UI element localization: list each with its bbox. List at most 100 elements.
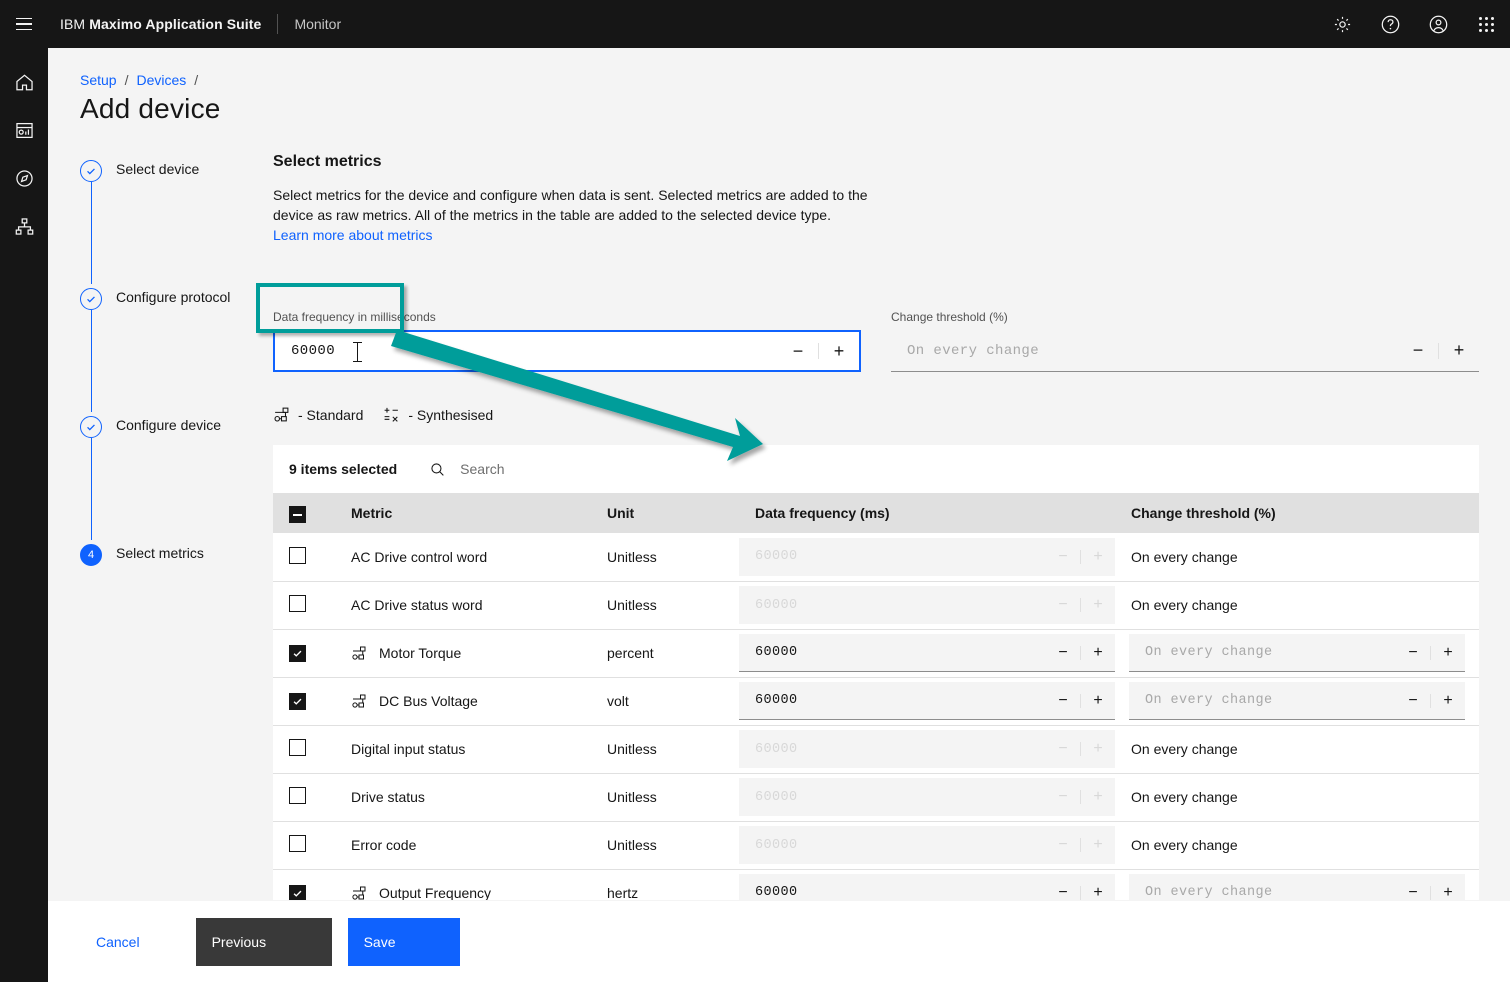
row-change-threshold-input[interactable]: On every change − + xyxy=(1129,682,1465,720)
selected-count: 9 items selected xyxy=(289,461,398,477)
row-change-threshold-cell: On every change xyxy=(1115,821,1479,870)
select-all-checkbox[interactable] xyxy=(289,506,306,524)
user-avatar-icon[interactable] xyxy=(1414,0,1462,48)
row-change-threshold-input[interactable]: On every change − + xyxy=(1129,634,1465,672)
step-complete-icon xyxy=(80,416,102,438)
table-row[interactable]: Digital input status Unitless 60000 − + … xyxy=(273,725,1479,774)
brand-name: Maximo Application Suite xyxy=(89,16,262,32)
table-row[interactable]: DC Bus Voltage volt 60000 − + On every c… xyxy=(273,677,1479,726)
table-row[interactable]: Error code Unitless 60000 − + On every c… xyxy=(273,821,1479,870)
data-frequency-input[interactable]: 60000 − + xyxy=(273,330,861,372)
dashboard-icon[interactable] xyxy=(0,106,48,154)
step-select-device[interactable]: Select device xyxy=(80,156,270,284)
row-change-threshold-text: On every change xyxy=(1131,597,1238,613)
metric-name-cell: AC Drive status word xyxy=(335,581,591,630)
data-frequency-increment[interactable]: + xyxy=(819,332,859,370)
row-checkbox[interactable] xyxy=(289,787,306,804)
row-data-frequency-input[interactable]: 60000 − + xyxy=(739,682,1115,720)
row-data-frequency-decrement[interactable]: − xyxy=(1046,682,1080,719)
step-select-metrics[interactable]: 4 Select metrics xyxy=(80,540,270,570)
row-change-threshold-text: On every change xyxy=(1131,837,1238,853)
row-checkbox[interactable] xyxy=(289,595,306,612)
legend-standard-label: - Standard xyxy=(298,406,364,423)
header-actions xyxy=(1318,0,1510,48)
synthesised-metric-icon xyxy=(384,407,399,422)
table-row[interactable]: Drive status Unitless 60000 − + On every… xyxy=(273,773,1479,822)
compass-icon[interactable] xyxy=(0,154,48,202)
table-body: AC Drive control word Unitless 60000 − +… xyxy=(273,533,1479,960)
column-header-unit[interactable]: Unit xyxy=(591,493,739,533)
search-icon xyxy=(431,462,444,476)
devices-icon[interactable] xyxy=(0,202,48,250)
data-frequency-decrement[interactable]: − xyxy=(778,332,818,370)
column-header-data-frequency[interactable]: Data frequency (ms) xyxy=(739,493,1115,533)
wizard-footer: Cancel Previous Save xyxy=(48,900,1510,982)
home-icon[interactable] xyxy=(0,58,48,106)
row-select-cell xyxy=(273,629,335,678)
change-threshold-input[interactable]: On every change − + xyxy=(891,330,1479,372)
step-label: Configure device xyxy=(116,417,222,433)
row-change-threshold-decrement[interactable]: − xyxy=(1396,634,1430,671)
change-threshold-increment[interactable]: + xyxy=(1439,330,1479,371)
row-change-threshold-stepper: − + xyxy=(1396,634,1465,671)
row-change-threshold-decrement[interactable]: − xyxy=(1396,682,1430,719)
column-header-change-threshold[interactable]: Change threshold (%) xyxy=(1115,493,1479,533)
row-data-frequency-input: 60000 − + xyxy=(739,586,1115,624)
row-data-frequency-input: 60000 − + xyxy=(739,778,1115,816)
row-checkbox[interactable] xyxy=(289,644,306,662)
metric-name: DC Bus Voltage xyxy=(379,693,478,709)
row-change-threshold-text: On every change xyxy=(1131,548,1238,565)
data-frequency-value: 60000 xyxy=(291,343,336,359)
learn-more-link[interactable]: Learn more about metrics xyxy=(273,227,433,243)
row-change-threshold-increment[interactable]: + xyxy=(1431,634,1465,671)
row-data-frequency-stepper: − + xyxy=(1046,778,1115,816)
row-change-threshold-cell: On every change − + xyxy=(1115,677,1479,726)
page-title: Add device xyxy=(80,93,221,124)
breadcrumb-item-setup[interactable]: Setup xyxy=(80,72,117,88)
row-checkbox[interactable] xyxy=(289,835,306,852)
row-data-frequency-increment[interactable]: + xyxy=(1081,682,1115,719)
brand-title[interactable]: IBM Maximo Application Suite xyxy=(60,16,261,32)
breadcrumb-item-devices[interactable]: Devices xyxy=(136,72,186,88)
header-subapp[interactable]: Monitor xyxy=(294,16,341,32)
previous-button[interactable]: Previous xyxy=(195,917,332,966)
metric-name-cell: AC Drive control word xyxy=(335,533,591,582)
row-checkbox[interactable] xyxy=(289,546,306,564)
legend-standard: - Standard xyxy=(273,406,363,423)
standard-metric-icon xyxy=(274,407,289,422)
breadcrumb-separator: / xyxy=(124,72,129,88)
table-row[interactable]: Motor Torque percent 60000 − + On every … xyxy=(273,629,1479,678)
step-configure-device[interactable]: Configure device xyxy=(80,412,270,540)
row-change-threshold-cell: On every change xyxy=(1115,773,1479,822)
row-change-threshold-cell: On every change xyxy=(1115,533,1479,582)
row-data-frequency-cell: 60000 − + xyxy=(739,581,1115,630)
app-root: IBM Maximo Application Suite Monitor Set… xyxy=(0,0,1510,982)
section-description: Select metrics for the device and config… xyxy=(273,187,868,223)
hamburger-icon[interactable] xyxy=(0,0,48,48)
row-select-cell xyxy=(273,581,335,630)
table-row[interactable]: AC Drive status word Unitless 60000 − + … xyxy=(273,581,1479,630)
search-input[interactable]: Search xyxy=(429,461,505,478)
help-icon[interactable] xyxy=(1366,0,1414,48)
column-header-metric[interactable]: Metric xyxy=(335,493,591,533)
table-header-row: Metric Unit Data frequency (ms) Change t… xyxy=(273,493,1479,533)
save-button[interactable]: Save xyxy=(347,917,460,966)
row-data-frequency-increment[interactable]: + xyxy=(1081,634,1115,671)
top-fields: Data frequency in milliseconds 60000 − +… xyxy=(273,310,1493,372)
row-data-frequency-cell: 60000 − + xyxy=(739,533,1115,582)
row-change-threshold-increment[interactable]: + xyxy=(1431,682,1465,719)
change-threshold-decrement[interactable]: − xyxy=(1398,330,1438,371)
row-data-frequency-decrement[interactable]: − xyxy=(1046,634,1080,671)
cancel-button[interactable]: Cancel xyxy=(96,934,140,950)
row-checkbox[interactable] xyxy=(289,692,306,710)
app-switcher-icon[interactable] xyxy=(1462,0,1510,48)
standard-metric-icon xyxy=(352,646,366,660)
row-checkbox[interactable] xyxy=(289,739,306,756)
metric-unit-cell: percent xyxy=(591,629,739,678)
gear-icon[interactable] xyxy=(1318,0,1366,48)
row-change-threshold-cell: On every change − + xyxy=(1115,629,1479,678)
table-row[interactable]: AC Drive control word Unitless 60000 − +… xyxy=(273,533,1479,582)
row-checkbox[interactable] xyxy=(289,884,306,902)
step-configure-protocol[interactable]: Configure protocol xyxy=(80,284,270,412)
row-data-frequency-input[interactable]: 60000 − + xyxy=(739,634,1115,672)
